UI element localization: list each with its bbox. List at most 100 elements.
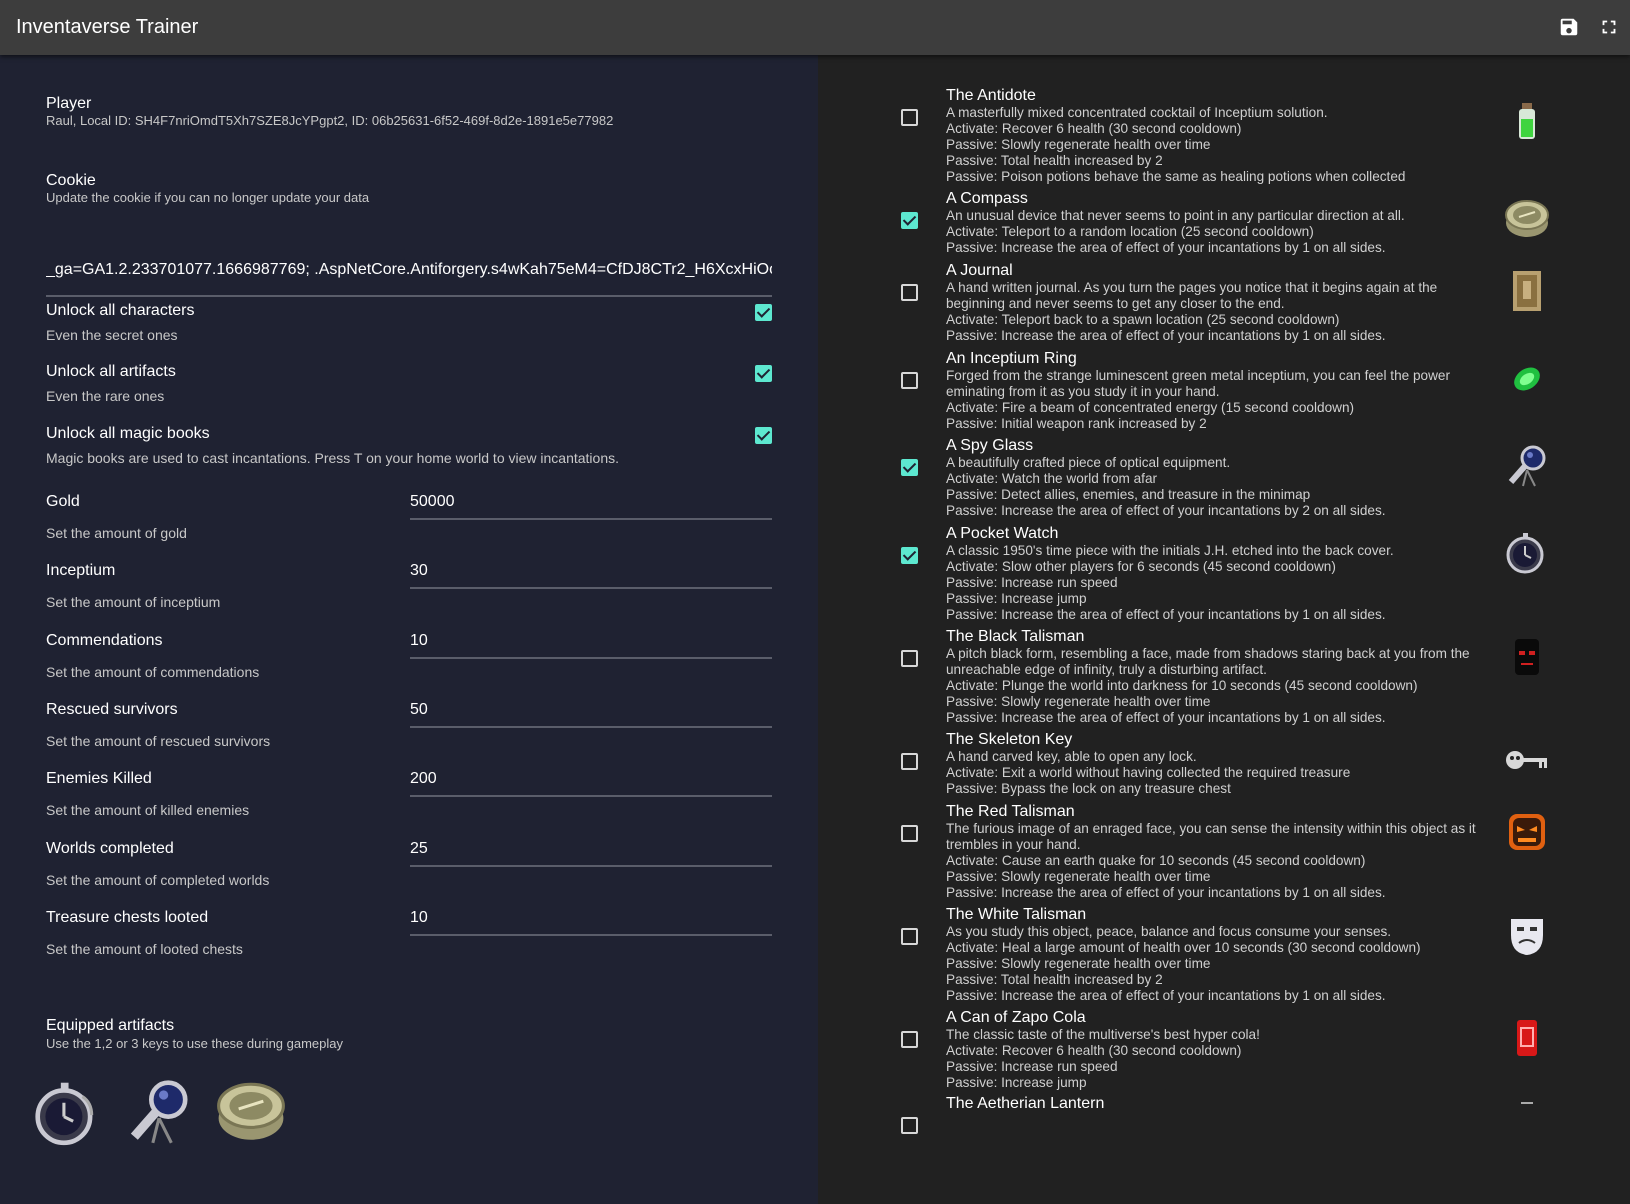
stat-label: Inceptium [46, 562, 116, 579]
ring-icon [1503, 355, 1551, 403]
artifact-description: A hand written journal. As you turn the … [946, 280, 1496, 344]
artifact-name: The Aetherian Lantern [946, 1095, 1105, 1112]
stat-input[interactable]: 50 [410, 701, 772, 728]
antidote-icon [1503, 97, 1551, 145]
artifact-line: Passive: Increase jump [946, 591, 1087, 606]
stat-row: Enemies Killed Set the amount of killed e… [46, 770, 772, 836]
stat-label: Commendations [46, 632, 163, 649]
artifact-checkbox[interactable] [901, 284, 918, 301]
artifact-name: The Red Talisman [946, 803, 1075, 820]
artifact-line: An unusual device that never seems to po… [946, 208, 1405, 223]
compass-icon[interactable] [214, 1075, 288, 1149]
artifact-checkbox[interactable] [901, 928, 918, 945]
artifact-line: Passive: Slowly regenerate health over t… [946, 869, 1211, 884]
cookie-label: Cookie [46, 172, 96, 189]
toggle-description: Even the secret ones [46, 327, 178, 343]
artifact-description: The furious image of an enraged face, yo… [946, 821, 1496, 901]
stat-input[interactable]: 30 [410, 562, 772, 589]
artifact-name: A Spy Glass [946, 437, 1034, 454]
artifact-line: Passive: Increase the area of effect of … [946, 885, 1386, 900]
artifact-description: As you study this object, peace, balance… [946, 924, 1496, 1004]
toggle-checkbox[interactable] [755, 427, 772, 444]
artifact-line: Passive: Total health increased by 2 [946, 972, 1163, 987]
stat-description: Set the amount of inceptium [46, 594, 221, 610]
artifact-line: A beautifully crafted piece of optical e… [946, 455, 1231, 470]
stat-input[interactable]: 50000 [410, 493, 772, 520]
artifact-checkbox[interactable] [901, 212, 918, 229]
artifact-line: Activate: Heal a large amount of health … [946, 940, 1421, 955]
stat-description: Set the amount of looted chests [46, 941, 243, 957]
artifact-line: As you study this object, peace, balance… [946, 924, 1392, 939]
artifact-checkbox[interactable] [901, 1031, 918, 1048]
artifact-checkbox[interactable] [901, 825, 918, 842]
lantern-icon [1503, 1100, 1551, 1148]
artifact-checkbox[interactable] [901, 753, 918, 770]
stat-input[interactable]: 25 [410, 840, 772, 867]
artifact-line: Passive: Increase run speed [946, 1059, 1118, 1074]
artifact-line: Passive: Increase the area of effect of … [946, 503, 1386, 518]
artifact-line: Activate: Watch the world from afar [946, 471, 1158, 486]
artifact-line: A classic 1950's time piece with the ini… [946, 543, 1394, 558]
cookie-hint: Update the cookie if you can no longer u… [46, 190, 370, 205]
artifact-checkbox[interactable] [901, 650, 918, 667]
toggle-description: Magic books are used to cast incantation… [46, 450, 620, 466]
stat-input[interactable]: 200 [410, 770, 772, 797]
artifact-line: A hand carved key, able to open any lock… [946, 749, 1197, 764]
stat-label: Rescued survivors [46, 701, 178, 718]
artifact-line: Activate: Teleport to a random location … [946, 224, 1314, 239]
black-talisman-icon [1503, 633, 1551, 681]
title-bar: Inventaverse Trainer [0, 0, 1630, 55]
toggle-checkbox[interactable] [755, 304, 772, 321]
artifact-checkbox[interactable] [901, 459, 918, 476]
stat-row: Commendations Set the amount of commendat… [46, 632, 772, 698]
artifact-name: The Skeleton Key [946, 731, 1073, 748]
artifact-line: Passive: Slowly regenerate health over t… [946, 137, 1211, 152]
equipped-hint: Use the 1,2 or 3 keys to use these durin… [46, 1036, 344, 1051]
artifact-line: Passive: Detect allies, enemies, and tre… [946, 487, 1311, 502]
stat-description: Set the amount of completed worlds [46, 872, 270, 888]
settings-panel: Player Raul, Local ID: SH4F7nriOmdT5Xh7S… [0, 55, 818, 1204]
artifact-line: The furious image of an enraged face, yo… [946, 821, 1476, 852]
artifact-line: Passive: Bypass the lock on any treasure… [946, 781, 1231, 796]
artifact-description: A beautifully crafted piece of optical e… [946, 455, 1496, 519]
spy-glass-icon[interactable] [122, 1075, 196, 1149]
spy-glass-icon [1503, 442, 1551, 490]
save-icon[interactable] [1558, 16, 1580, 38]
artifact-checkbox[interactable] [901, 109, 918, 126]
artifact-line: Passive: Initial weapon rank increased b… [946, 416, 1207, 431]
artifact-line: Passive: Increase run speed [946, 575, 1118, 590]
artifact-checkbox[interactable] [901, 372, 918, 389]
stat-description: Set the amount of commendations [46, 664, 260, 680]
artifact-checkbox[interactable] [901, 1117, 918, 1134]
stat-description: Set the amount of rescued survivors [46, 733, 271, 749]
artifact-name: A Can of Zapo Cola [946, 1009, 1086, 1026]
toggle-checkbox[interactable] [755, 365, 772, 382]
stat-input[interactable]: 10 [410, 909, 772, 936]
stat-label: Treasure chests looted [46, 909, 209, 926]
artifact-line: Passive: Increase the area of effect of … [946, 328, 1386, 343]
artifact-line: Activate: Exit a world without having co… [946, 765, 1351, 780]
artifact-line: Activate: Cause an earth quake for 10 se… [946, 853, 1366, 868]
player-label: Player [46, 95, 92, 112]
artifact-line: Passive: Slowly regenerate health over t… [946, 694, 1211, 709]
stat-row: Rescued survivors Set the amount of rescu… [46, 701, 772, 767]
stat-input[interactable]: 10 [410, 632, 772, 659]
pocket-watch-icon[interactable] [30, 1075, 104, 1149]
cookie-input[interactable]: _ga=GA1.2.233701077.1666987769; .AspNetC… [46, 255, 772, 297]
artifact-line: Passive: Increase the area of effect of … [946, 607, 1386, 622]
stat-row: Treasure chests looted Set the amount of … [46, 909, 772, 975]
stat-label: Enemies Killed [46, 770, 152, 787]
artifact-line: A pitch black form, resembling a face, m… [946, 646, 1470, 677]
stat-row: Inceptium Set the amount of inceptium 30 [46, 562, 772, 628]
artifact-name: A Pocket Watch [946, 525, 1059, 542]
toggle-row: Unlock all magic books Magic books are us… [46, 425, 772, 481]
artifact-checkbox[interactable] [901, 547, 918, 564]
fullscreen-icon[interactable] [1598, 16, 1620, 38]
artifact-name: The White Talisman [946, 906, 1087, 923]
artifact-line: Activate: Teleport back to a spawn locat… [946, 312, 1340, 327]
artifact-description: An unusual device that never seems to po… [946, 208, 1496, 256]
artifact-line: Passive: Increase the area of effect of … [946, 240, 1386, 255]
equipped-artifacts [30, 1075, 288, 1149]
artifact-line: A hand written journal. As you turn the … [946, 280, 1438, 311]
artifact-line: Activate: Plunge the world into darkness… [946, 678, 1418, 693]
